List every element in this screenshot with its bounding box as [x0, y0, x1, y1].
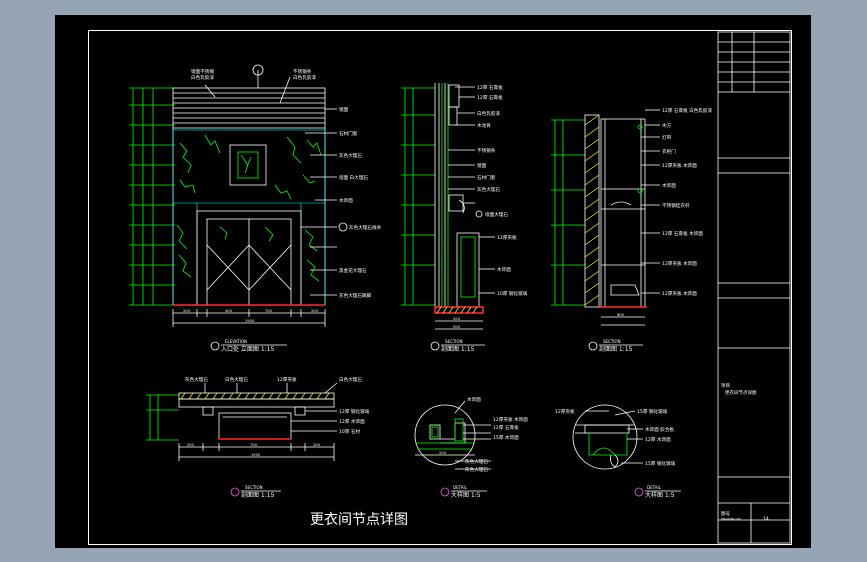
sa-label-8: 灰色大理石: [477, 186, 500, 193]
sb-label-1: 12厚 石膏板 白色乳胶漆: [662, 107, 713, 114]
sb-label-6: 木饰面: [662, 182, 676, 189]
da-label-3: 12厚 石膏板: [493, 424, 519, 431]
da-label-5: 灰色大理石: [465, 458, 488, 465]
dim-da-a: 200: [439, 451, 447, 455]
detail-b-tag: DETAIL: [647, 485, 662, 490]
da-label-1: 木饰面: [467, 396, 481, 403]
sb-label-9: 12厚夹板 木饰面: [662, 260, 697, 267]
sa-label-11: 木饰面: [497, 266, 511, 273]
elev-label-3: 不锈钢条: [293, 68, 312, 75]
tb-sheet-sub: DRAWING NO.: [721, 517, 742, 521]
section-b-tag: SECTION: [603, 339, 621, 344]
dim-sa-total: 500: [453, 325, 461, 329]
da-label-4: 15厚 木饰面: [493, 434, 519, 441]
sc-label-4: 白色大理石: [339, 376, 362, 383]
dim-elev-b: 400: [225, 309, 233, 313]
db-label-2: 15厚 钢化玻璃: [637, 408, 668, 415]
elev-label-1: 镜面不锈钢: [191, 68, 214, 75]
tb-project-label: 项目: [721, 383, 730, 389]
da-label-6: 灰色大理石: [465, 466, 488, 473]
sb-label-10: 12厚夹板 木饰面: [662, 290, 697, 297]
db-label-5: 15厚 钢化玻璃: [645, 460, 676, 467]
elev-label-4: 白色乳胶漆: [293, 74, 316, 81]
detail-a-tag: DETAIL: [453, 485, 468, 490]
section-b-title: 剖面图 1:15: [599, 345, 633, 353]
section-c-title: 剖面图 1:15: [241, 491, 275, 499]
elev-label-11: 黑金花大理石: [339, 267, 367, 274]
elev-label-10: 灰色大理石线条: [349, 224, 382, 231]
sb-label-4: 衣柜门: [662, 148, 676, 155]
elev-label-12: 灰色大理石踢脚: [339, 292, 372, 299]
dim-sa-a: 200: [453, 317, 461, 321]
dim-elev-d: 200: [311, 309, 319, 313]
dim-sc-b: 700: [250, 443, 258, 447]
sb-label-3: 灯带: [662, 134, 672, 141]
cad-drawing: 200 400 700 200 1900 镜面不锈钢 白色乳胶漆 不锈钢条 白色…: [129, 31, 791, 544]
section-c-tag: SECTION: [245, 485, 263, 490]
sa-label-1: 12厚 石膏板: [477, 84, 503, 91]
dim-elev-a: 200: [183, 309, 191, 313]
detail-b-view: 12厚夹板 15厚 钢化玻璃 木饰面 胶合板 12厚 木饰面 15厚 钢化玻璃 …: [555, 404, 681, 499]
db-label-4: 12厚 木饰面: [645, 436, 671, 443]
elevation-view: 200 400 700 200 1900 镜面不锈钢 白色乳胶漆 不锈钢条 白色…: [129, 64, 382, 353]
elev-label-6: 石材门套: [339, 130, 358, 137]
section-a-tag: SECTION: [445, 339, 463, 344]
detail-a-view: 200 木饰面 12厚夹板 木饰面 12厚 石膏板 15厚 木饰面 灰色大理石 …: [414, 396, 528, 499]
sb-label-5: 12厚夹板 木饰面: [662, 162, 697, 169]
sc-label-3: 12厚夹板: [277, 376, 297, 383]
elev-label-8: 墙面 白大理石: [339, 174, 368, 181]
sa-label-2: 12厚 石膏板: [477, 94, 503, 101]
tb-sheet-no: 14: [763, 516, 769, 522]
sa-label-4: 木龙骨: [477, 122, 491, 129]
drawing-main-title: 更衣间节点详图: [310, 512, 408, 528]
sb-label-8: 12厚 石膏板 木饰面: [662, 230, 703, 237]
section-c-view: 200 700 200 1900 灰色大理石 白色大理石 12厚夹板 白色大理石…: [146, 376, 370, 499]
sa-label-3: 白色乳胶漆: [477, 110, 500, 117]
title-block: 项目 更衣间节点详图 图号 DRAWING NO. 14: [717, 31, 791, 544]
tb-drawing-name: 更衣间节点详图: [725, 389, 757, 396]
detail-b-title: 大样图 1:5: [645, 491, 675, 499]
sa-label-7: 石材门套: [477, 174, 496, 181]
elevation-tag: ELEVATION: [225, 339, 247, 344]
elev-label-5: 镜面: [339, 106, 349, 113]
sa-label-6: 镜面: [477, 162, 487, 169]
sc-label-5: 12厚 钢化玻璃: [339, 408, 370, 415]
elevation-title: 入口处 立面图 1:15: [221, 345, 274, 353]
sa-label-5: 不锈钢条: [477, 147, 496, 154]
detail-a-title: 大样图 1:5: [451, 491, 481, 499]
elev-label-2: 白色乳胶漆: [191, 74, 214, 81]
dim-sc-c: 200: [313, 443, 321, 447]
sb-label-2: 木方: [662, 122, 672, 129]
sa-label-12: 10厚 钢化玻璃: [497, 290, 528, 297]
section-b-view: 600 12厚 石膏板 白色乳胶漆 木方 灯带 衣柜门 12厚夹板 木饰面 木饰…: [551, 107, 713, 353]
sa-label-10: 12厚夹板: [497, 234, 517, 241]
sc-label-1: 灰色大理石: [185, 376, 208, 383]
elev-label-9: 木饰面: [339, 197, 353, 204]
dim-elev-total: 1900: [245, 319, 255, 323]
dim-elev-c: 700: [265, 309, 273, 313]
dim-sb-total: 600: [617, 313, 625, 317]
section-a-title: 剖面图 1:15: [441, 345, 475, 353]
da-label-2: 12厚夹板 木饰面: [493, 416, 528, 423]
drawing-sheet: 200 400 700 200 1900 镜面不锈钢 白色乳胶漆 不锈钢条 白色…: [55, 15, 811, 548]
sc-label-6: 12厚 木饰面: [339, 418, 365, 425]
dim-sc-a: 200: [187, 443, 195, 447]
elev-label-7: 灰色大理石: [339, 152, 362, 159]
sc-label-2: 白色大理石: [225, 376, 248, 383]
dim-sc-total: 1900: [251, 453, 261, 457]
sa-label-9: 墙面大理石: [485, 211, 508, 218]
db-label-3: 木饰面 胶合板: [645, 426, 674, 433]
section-a-view: 200 500 12厚 石膏板 12厚 石膏板 白色乳胶漆 木龙骨 不锈钢条 镜…: [401, 83, 528, 353]
sc-label-7: 10厚 石材: [339, 428, 360, 435]
sb-label-7: 不锈钢挂衣杆: [662, 202, 690, 209]
db-label-1: 12厚夹板: [555, 408, 575, 415]
